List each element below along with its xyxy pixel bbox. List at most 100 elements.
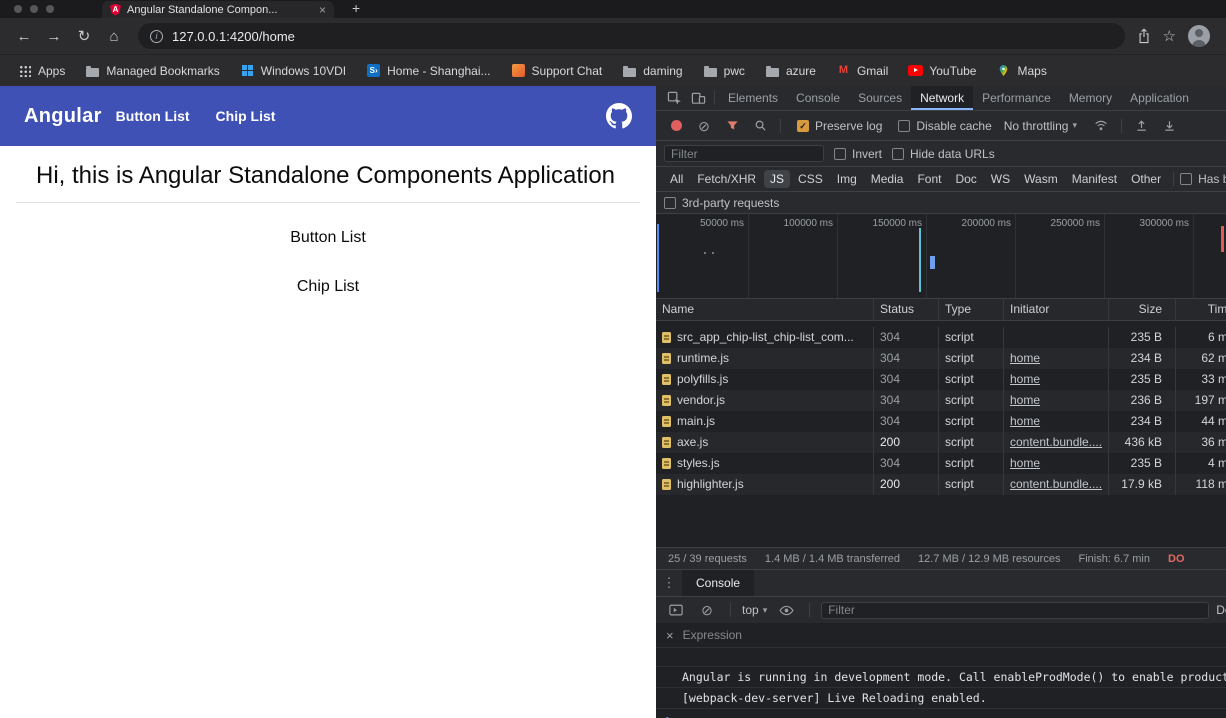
profile-avatar[interactable]: [1188, 25, 1210, 47]
live-expression-eye-icon[interactable]: [774, 605, 798, 616]
forward-button[interactable]: →: [40, 28, 68, 45]
live-expression-row[interactable]: × Expression: [656, 623, 1226, 648]
clear-network-log-icon[interactable]: ⊘: [692, 119, 716, 133]
tab-console[interactable]: Console: [787, 86, 849, 110]
request-row[interactable]: styles.js 304 script home 235 B 4 ms: [656, 453, 1226, 474]
preserve-log-checkbox[interactable]: ✓Preserve log: [797, 119, 882, 133]
window-zoom-button[interactable]: [46, 5, 54, 13]
pill-doc[interactable]: Doc: [949, 170, 982, 188]
column-name[interactable]: Name: [656, 299, 874, 320]
network-filter-input[interactable]: [664, 145, 824, 162]
tab-memory[interactable]: Memory: [1060, 86, 1121, 110]
pill-manifest[interactable]: Manifest: [1066, 170, 1123, 188]
column-status[interactable]: Status: [874, 299, 939, 320]
bookmark-support-chat[interactable]: Support Chat: [502, 59, 612, 83]
initiator-link[interactable]: home: [1010, 351, 1040, 365]
bookmark-azure[interactable]: azure: [756, 59, 825, 83]
context-selector[interactable]: top▾: [742, 603, 767, 617]
tab-network[interactable]: Network: [911, 86, 973, 110]
console-filter-input[interactable]: [821, 602, 1209, 619]
pill-css[interactable]: CSS: [792, 170, 829, 188]
throttling-dropdown[interactable]: No throttling▾: [1004, 119, 1077, 133]
home-button[interactable]: ⌂: [100, 28, 128, 45]
initiator-link[interactable]: home: [1010, 456, 1040, 470]
console-sidebar-toggle-icon[interactable]: [664, 604, 688, 617]
pill-ws[interactable]: WS: [985, 170, 1016, 188]
site-info-icon[interactable]: i: [150, 30, 163, 43]
search-icon[interactable]: [748, 119, 772, 132]
invert-checkbox[interactable]: Invert: [834, 147, 882, 161]
bookmark-windows-10vdi[interactable]: Windows 10VDI: [231, 59, 355, 83]
hide-data-urls-checkbox[interactable]: Hide data URLs: [892, 147, 995, 161]
tab-sources[interactable]: Sources: [849, 86, 911, 110]
url-bar[interactable]: i 127.0.0.1:4200/home: [138, 23, 1125, 49]
request-row[interactable]: main.js 304 script home 234 B 44 ms: [656, 411, 1226, 432]
window-close-button[interactable]: [14, 5, 22, 13]
drawer-menu-icon[interactable]: ⋮: [662, 575, 676, 591]
bookmark-apps[interactable]: Apps: [8, 59, 74, 83]
column-size[interactable]: Size: [1109, 299, 1176, 320]
bookmark-home-shanghai[interactable]: S›Home - Shanghai...: [357, 59, 499, 83]
window-minimize-button[interactable]: [30, 5, 38, 13]
tab-application[interactable]: Application: [1121, 86, 1198, 110]
chip-list-link[interactable]: Chip List: [0, 278, 656, 296]
button-list-link[interactable]: Button List: [0, 229, 656, 247]
pill-other[interactable]: Other: [1125, 170, 1167, 188]
bookmark-daming[interactable]: daming: [613, 59, 691, 83]
reload-button[interactable]: ↻: [70, 27, 98, 45]
bookmark-youtube[interactable]: YouTube: [899, 59, 985, 83]
request-row[interactable]: highlighter.js 200 script content.bundle…: [656, 474, 1226, 495]
new-tab-button[interactable]: +: [352, 0, 360, 17]
remove-expression-icon[interactable]: ×: [666, 628, 674, 643]
back-button[interactable]: ←: [10, 28, 38, 45]
pill-media[interactable]: Media: [865, 170, 910, 188]
nav-chip-list[interactable]: Chip List: [216, 108, 276, 124]
pill-font[interactable]: Font: [911, 170, 947, 188]
bookmark-star-icon[interactable]: ☆: [1163, 27, 1176, 45]
bookmark-managed-bookmarks[interactable]: Managed Bookmarks: [76, 59, 228, 83]
tab-performance[interactable]: Performance: [973, 86, 1060, 110]
drawer-tab-console[interactable]: Console: [682, 570, 754, 596]
column-initiator[interactable]: Initiator: [1004, 299, 1109, 320]
blocked-cookies-checkbox[interactable]: Has blocked cookies: [1180, 172, 1226, 186]
nav-button-list[interactable]: Button List: [116, 108, 190, 124]
console-prompt[interactable]: >: [656, 709, 1226, 718]
pill-all[interactable]: All: [664, 170, 689, 188]
pill-img[interactable]: Img: [831, 170, 863, 188]
github-link[interactable]: [606, 103, 632, 129]
pill-js[interactable]: JS: [764, 170, 790, 188]
browser-tab[interactable]: A Angular Standalone Compon... ×: [102, 1, 334, 18]
network-overview-timeline[interactable]: 50000 ms 100000 ms 150000 ms 200000 ms 2…: [656, 214, 1226, 299]
initiator-link[interactable]: home: [1010, 414, 1040, 428]
bookmark-pwc[interactable]: pwc: [694, 59, 754, 83]
request-row[interactable]: runtime.js 304 script home 234 B 62 ms: [656, 348, 1226, 369]
initiator-link[interactable]: home: [1010, 372, 1040, 386]
request-row[interactable]: polyfills.js 304 script home 235 B 33 ms: [656, 369, 1226, 390]
export-har-icon[interactable]: [1158, 119, 1182, 132]
initiator-link[interactable]: home: [1010, 393, 1040, 407]
inspect-element-icon[interactable]: [662, 91, 686, 106]
request-row[interactable]: axe.js 200 script content.bundle.... 436…: [656, 432, 1226, 453]
request-row[interactable]: src_app_chip-list_chip-list_com... 304 s…: [656, 327, 1226, 348]
filter-funnel-icon[interactable]: [720, 119, 744, 132]
bookmark-gmail[interactable]: MGmail: [827, 59, 897, 83]
tab-elements[interactable]: Elements: [719, 86, 787, 110]
tab-close-icon[interactable]: ×: [319, 4, 326, 16]
log-levels-dropdown[interactable]: Default levels: [1216, 603, 1226, 617]
initiator-link[interactable]: content.bundle....: [1010, 477, 1102, 491]
initiator-link[interactable]: content.bundle....: [1010, 435, 1102, 449]
bookmark-maps[interactable]: Maps: [987, 59, 1055, 83]
pill-wasm[interactable]: Wasm: [1018, 170, 1064, 188]
third-party-checkbox[interactable]: 3rd-party requests: [664, 196, 779, 210]
column-time[interactable]: Time: [1176, 299, 1226, 320]
column-type[interactable]: Type: [939, 299, 1004, 320]
network-conditions-icon[interactable]: [1089, 119, 1113, 133]
record-button[interactable]: [664, 120, 688, 131]
share-icon[interactable]: [1137, 28, 1151, 44]
window-controls[interactable]: [14, 5, 54, 13]
device-toolbar-icon[interactable]: [686, 91, 710, 106]
import-har-icon[interactable]: [1130, 119, 1154, 132]
request-row[interactable]: vendor.js 304 script home 236 B 197 ms: [656, 390, 1226, 411]
pill-fetch-xhr[interactable]: Fetch/XHR: [691, 170, 762, 188]
disable-cache-checkbox[interactable]: Disable cache: [898, 119, 991, 133]
